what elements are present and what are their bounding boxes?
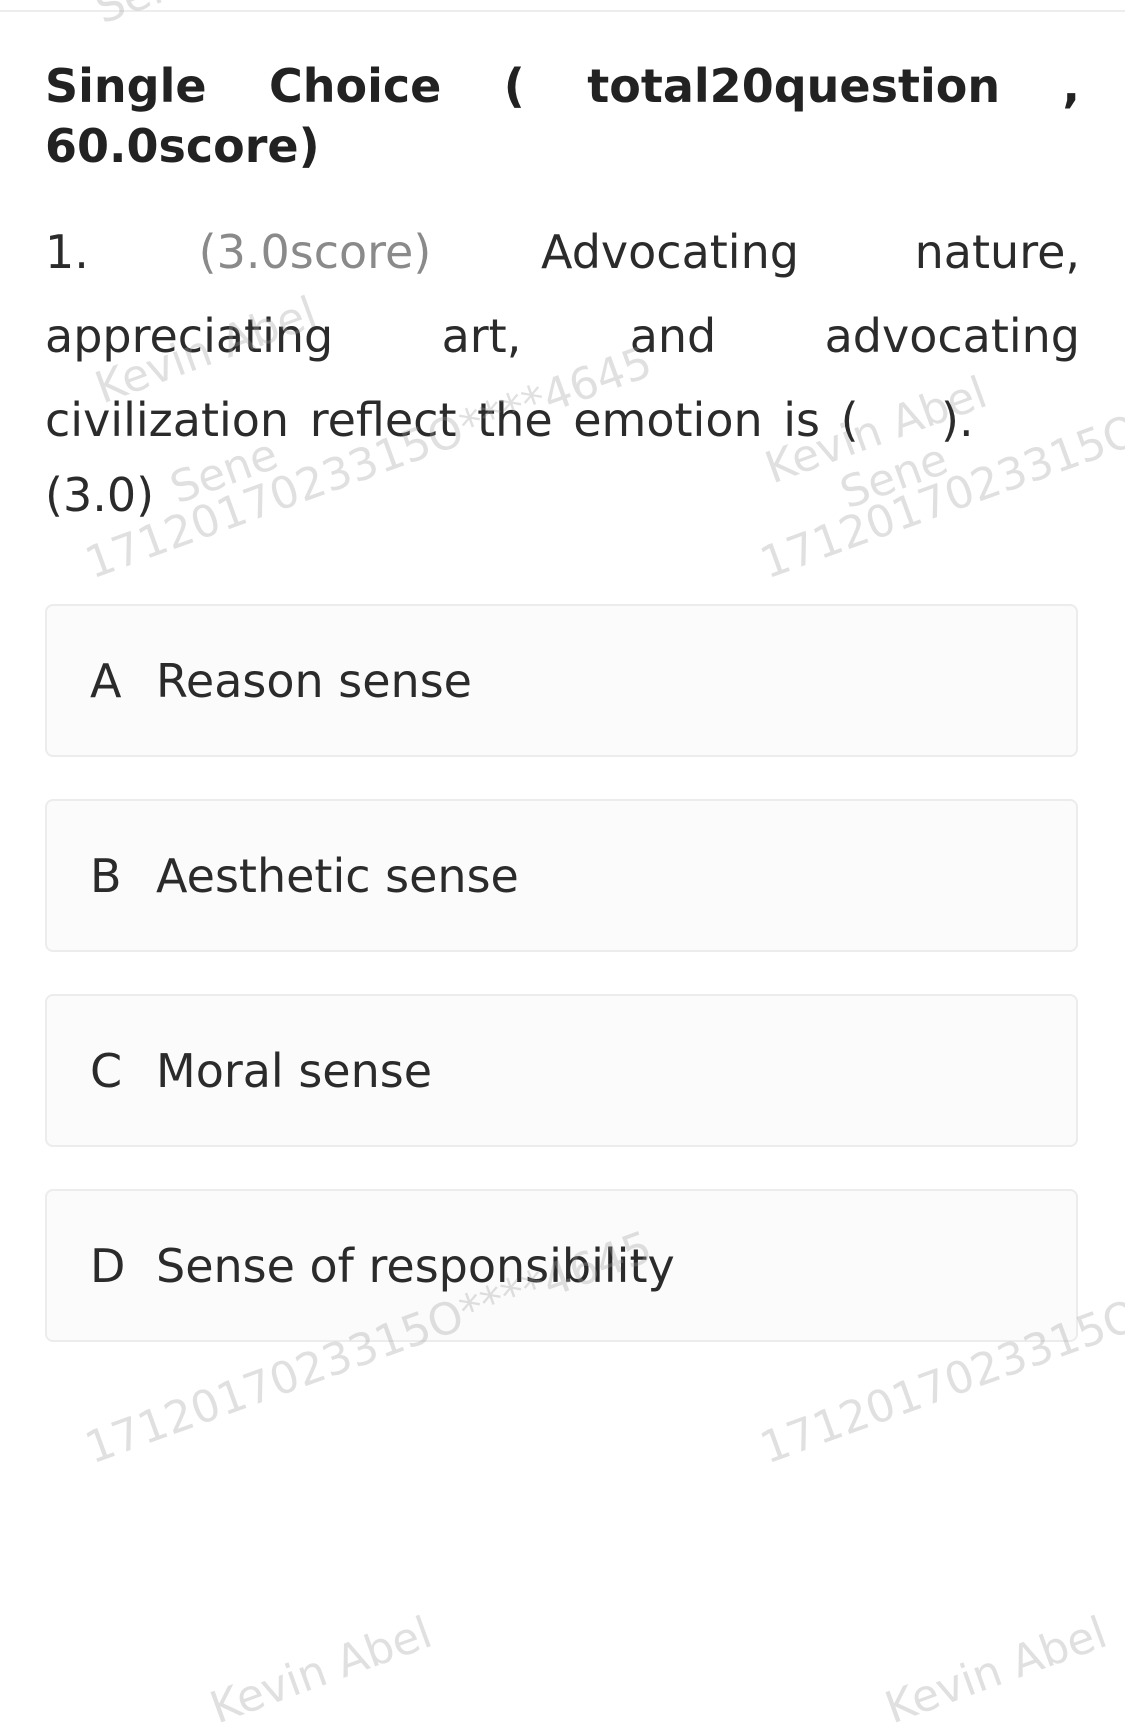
option-c[interactable]: C Moral sense [45, 994, 1078, 1147]
option-label: Reason sense [156, 653, 472, 708]
watermark-name: Kevin Abel [203, 1607, 439, 1734]
option-b[interactable]: B Aesthetic sense [45, 799, 1078, 952]
option-label: Aesthetic sense [156, 848, 519, 903]
option-label: Sense of responsibility [156, 1238, 675, 1293]
question-points: (3.0) [45, 468, 155, 522]
watermark-org: Sene [89, 0, 210, 34]
option-a[interactable]: A Reason sense [45, 604, 1078, 757]
option-letter: B [90, 848, 122, 903]
option-letter: C [90, 1043, 123, 1098]
option-letter: A [90, 653, 122, 708]
option-label: Moral sense [156, 1043, 433, 1098]
question-number: 1. [45, 225, 89, 279]
top-divider [0, 10, 1125, 12]
question-stem: 1. (3.0score) Advocating nature, appreci… [45, 210, 1080, 462]
option-d[interactable]: D Sense of responsibility [45, 1189, 1078, 1342]
section-title: Single Choice ( total20question , 60.0sc… [45, 59, 1080, 173]
question-score: (3.0score) [198, 225, 432, 279]
watermark-name: Kevin Abel [878, 1607, 1114, 1734]
option-letter: D [90, 1238, 126, 1293]
